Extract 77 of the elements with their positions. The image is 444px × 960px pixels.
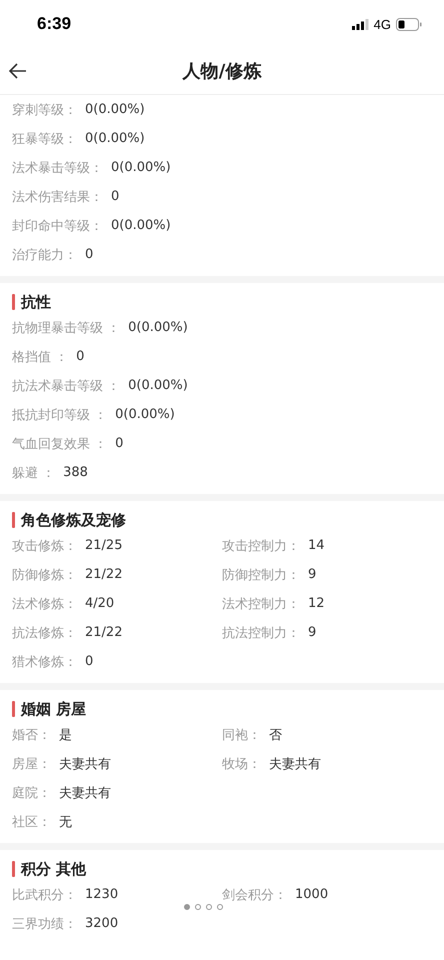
field-value: 否 xyxy=(269,726,282,744)
field-label: 庭院： xyxy=(12,784,51,802)
field-value: 21/22 xyxy=(85,625,122,640)
field-label: 剑会积分： xyxy=(222,886,287,904)
field-label: 穿刺等级： xyxy=(12,102,77,118)
status-time: 6:39 xyxy=(37,14,72,34)
section-title: 角色修炼及宠修 xyxy=(21,510,126,530)
field-label: 猎术修炼： xyxy=(12,654,77,670)
field-value: 12 xyxy=(308,596,325,611)
page-dot[interactable] xyxy=(195,904,201,910)
field-label: 抗法术暴击等级 ： xyxy=(12,378,120,394)
field-label: 抗物理暴击等级 ： xyxy=(12,320,120,336)
field-value: 0(0.00%) xyxy=(85,102,145,117)
field-label: 法术暴击等级： xyxy=(12,160,103,176)
field-label: 抵抗封印等级 ： xyxy=(12,406,108,424)
signal-icon xyxy=(352,18,369,30)
field-label: 法术修炼： xyxy=(12,596,77,612)
field-value: 0 xyxy=(76,349,84,364)
field-label: 比武积分： xyxy=(12,886,77,904)
field-value: 4/20 xyxy=(85,596,114,611)
field-label: 法术控制力： xyxy=(222,596,300,612)
field-value: 3200 xyxy=(85,916,118,931)
field-value: 21/22 xyxy=(85,567,122,582)
field-value: 0(0.00%) xyxy=(85,131,145,146)
page-dot[interactable] xyxy=(206,904,212,910)
field-value: 9 xyxy=(308,567,316,582)
field-value: 0 xyxy=(111,189,120,204)
field-label: 同袍： xyxy=(222,726,261,744)
section-marker xyxy=(12,701,15,717)
field-label: 狂暴等级： xyxy=(12,130,77,148)
field-label: 治疗能力： xyxy=(12,246,77,264)
field-value: 0(0.00%) xyxy=(128,320,188,335)
field-label: 气血回复效果 ： xyxy=(12,436,108,452)
field-value: 0 xyxy=(85,654,94,669)
field-label: 牧场： xyxy=(222,756,261,772)
section-marker xyxy=(12,294,15,310)
section-marker xyxy=(12,512,15,528)
field-value: 夫妻共有 xyxy=(59,784,111,802)
field-value: 388 xyxy=(63,465,88,480)
field-value: 1230 xyxy=(85,887,118,902)
field-value: 0(0.00%) xyxy=(128,378,188,393)
field-label: 格挡值 ： xyxy=(12,348,68,366)
field-label: 法术伤害结果： xyxy=(12,188,103,206)
field-value: 夫妻共有 xyxy=(59,756,111,772)
field-value: 1000 xyxy=(295,887,328,902)
field-label: 三界功绩： xyxy=(12,916,77,932)
page-dot[interactable] xyxy=(217,904,223,910)
field-value: 0 xyxy=(85,247,94,262)
field-label: 攻击控制力： xyxy=(222,538,300,554)
field-label: 社区： xyxy=(12,814,51,830)
field-value: 9 xyxy=(308,625,316,640)
page-dot[interactable] xyxy=(184,904,190,910)
field-label: 攻击修炼： xyxy=(12,538,77,554)
field-value: 21/25 xyxy=(85,538,122,553)
field-label: 防御控制力： xyxy=(222,566,300,584)
field-label: 婚否： xyxy=(12,726,51,744)
field-value: 是 xyxy=(59,726,72,744)
field-label: 防御修炼： xyxy=(12,566,77,584)
field-value: 夫妻共有 xyxy=(269,756,321,772)
field-value: 0(0.00%) xyxy=(111,218,171,233)
page-title: 人物/修炼 xyxy=(182,60,262,83)
field-label: 抗法控制力： xyxy=(222,624,300,642)
field-label: 躲避 ： xyxy=(12,464,56,482)
section-title: 抗性 xyxy=(21,292,51,312)
section-title: 婚姻 房屋 xyxy=(21,700,86,718)
battery-icon xyxy=(396,18,422,30)
field-value: 0 xyxy=(115,436,124,451)
field-value: 无 xyxy=(59,814,72,830)
field-label: 封印命中等级： xyxy=(12,218,103,234)
field-value: 0(0.00%) xyxy=(111,160,171,175)
field-value: 0(0.00%) xyxy=(115,407,175,422)
section-marker xyxy=(12,861,15,877)
field-value: 14 xyxy=(308,538,325,553)
field-label: 抗法修炼： xyxy=(12,624,77,642)
field-label: 房屋： xyxy=(12,756,51,772)
section-title: 积分 其他 xyxy=(21,860,86,878)
network-type: 4G xyxy=(374,16,391,32)
